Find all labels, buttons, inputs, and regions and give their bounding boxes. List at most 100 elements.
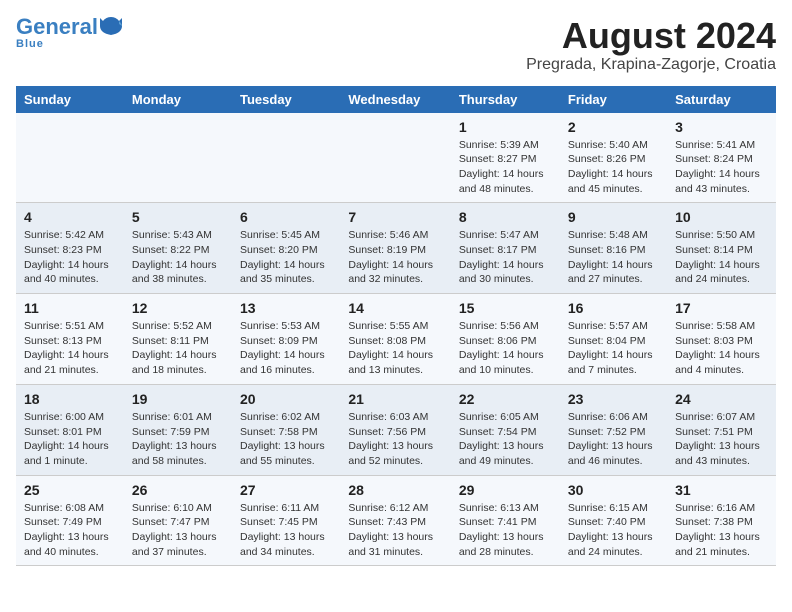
calendar-cell: 14Sunrise: 5:55 AM Sunset: 8:08 PM Dayli…	[340, 294, 450, 385]
day-info: Sunrise: 5:47 AM Sunset: 8:17 PM Dayligh…	[459, 228, 552, 287]
day-number: 20	[240, 391, 332, 407]
calendar-table: SundayMondayTuesdayWednesdayThursdayFrid…	[16, 86, 776, 567]
calendar-cell: 20Sunrise: 6:02 AM Sunset: 7:58 PM Dayli…	[232, 384, 340, 475]
day-info: Sunrise: 6:10 AM Sunset: 7:47 PM Dayligh…	[132, 501, 224, 560]
calendar-week-5: 25Sunrise: 6:08 AM Sunset: 7:49 PM Dayli…	[16, 475, 776, 566]
weekday-header-sunday: Sunday	[16, 86, 124, 113]
calendar-cell: 12 Sunrise: 5:52 AM Sunset: 8:11 PM Dayli…	[124, 294, 232, 385]
page-header: General Blue August 2024 Pregrada, Krapi…	[16, 16, 776, 74]
day-info: Sunrise: 5:45 AM Sunset: 8:20 PM Dayligh…	[240, 228, 332, 287]
weekday-header-row: SundayMondayTuesdayWednesdayThursdayFrid…	[16, 86, 776, 113]
day-number: 9	[568, 209, 659, 225]
calendar-cell: 18Sunrise: 6:00 AM Sunset: 8:01 PM Dayli…	[16, 384, 124, 475]
calendar-cell	[16, 113, 124, 203]
calendar-week-1: 1 Sunrise: 5:39 AM Sunset: 8:27 PM Daylig…	[16, 113, 776, 203]
calendar-cell	[232, 113, 340, 203]
day-info: Sunrise: 5:53 AM Sunset: 8:09 PM Dayligh…	[240, 319, 332, 378]
day-number: 23	[568, 391, 659, 407]
day-info: Sunrise: 5:43 AM Sunset: 8:22 PM Dayligh…	[132, 228, 224, 287]
day-number: 5	[132, 209, 224, 225]
day-number: 14	[348, 300, 442, 316]
calendar-cell: 16Sunrise: 5:57 AM Sunset: 8:04 PM Dayli…	[560, 294, 667, 385]
day-number: 24	[675, 391, 768, 407]
logo-text: General	[16, 16, 98, 38]
day-info: Sunrise: 5:50 AM Sunset: 8:14 PM Dayligh…	[675, 228, 768, 287]
day-number: 17	[675, 300, 768, 316]
day-number: 6	[240, 209, 332, 225]
calendar-week-3: 11 Sunrise: 5:51 AM Sunset: 8:13 PM Dayli…	[16, 294, 776, 385]
day-number: 31	[675, 482, 768, 498]
calendar-cell: 6 Sunrise: 5:45 AM Sunset: 8:20 PM Daylig…	[232, 203, 340, 294]
day-number: 8	[459, 209, 552, 225]
calendar-cell: 26 Sunrise: 6:10 AM Sunset: 7:47 PM Dayli…	[124, 475, 232, 566]
day-info: Sunrise: 5:56 AM Sunset: 8:06 PM Dayligh…	[459, 319, 552, 378]
calendar-week-4: 18Sunrise: 6:00 AM Sunset: 8:01 PM Dayli…	[16, 384, 776, 475]
calendar-cell: 27Sunrise: 6:11 AM Sunset: 7:45 PM Dayli…	[232, 475, 340, 566]
day-number: 21	[348, 391, 442, 407]
calendar-week-2: 4 Sunrise: 5:42 AM Sunset: 8:23 PM Daylig…	[16, 203, 776, 294]
day-number: 11	[24, 300, 116, 316]
day-info: Sunrise: 6:03 AM Sunset: 7:56 PM Dayligh…	[348, 410, 442, 469]
day-info: Sunrise: 6:16 AM Sunset: 7:38 PM Dayligh…	[675, 501, 768, 560]
day-number: 7	[348, 209, 442, 225]
day-number: 15	[459, 300, 552, 316]
calendar-cell: 30 Sunrise: 6:15 AM Sunset: 7:40 PM Dayli…	[560, 475, 667, 566]
day-info: Sunrise: 5:41 AM Sunset: 8:24 PM Dayligh…	[675, 138, 768, 197]
day-info: Sunrise: 6:06 AM Sunset: 7:52 PM Dayligh…	[568, 410, 659, 469]
day-info: Sunrise: 6:13 AM Sunset: 7:41 PM Dayligh…	[459, 501, 552, 560]
day-info: Sunrise: 5:52 AM Sunset: 8:11 PM Dayligh…	[132, 319, 224, 378]
logo: General Blue	[16, 16, 122, 50]
day-number: 30	[568, 482, 659, 498]
calendar-cell: 4 Sunrise: 5:42 AM Sunset: 8:23 PM Daylig…	[16, 203, 124, 294]
calendar-cell: 3Sunrise: 5:41 AM Sunset: 8:24 PM Daylig…	[667, 113, 776, 203]
calendar-cell: 15 Sunrise: 5:56 AM Sunset: 8:06 PM Dayli…	[451, 294, 560, 385]
day-number: 26	[132, 482, 224, 498]
day-info: Sunrise: 6:15 AM Sunset: 7:40 PM Dayligh…	[568, 501, 659, 560]
day-info: Sunrise: 5:40 AM Sunset: 8:26 PM Dayligh…	[568, 138, 659, 197]
calendar-cell: 31 Sunrise: 6:16 AM Sunset: 7:38 PM Dayli…	[667, 475, 776, 566]
day-info: Sunrise: 5:51 AM Sunset: 8:13 PM Dayligh…	[24, 319, 116, 378]
calendar-cell: 22Sunrise: 6:05 AM Sunset: 7:54 PM Dayli…	[451, 384, 560, 475]
calendar-cell: 2 Sunrise: 5:40 AM Sunset: 8:26 PM Daylig…	[560, 113, 667, 203]
calendar-cell: 5 Sunrise: 5:43 AM Sunset: 8:22 PM Daylig…	[124, 203, 232, 294]
calendar-cell	[124, 113, 232, 203]
title-block: August 2024 Pregrada, Krapina-Zagorje, C…	[526, 16, 776, 74]
day-info: Sunrise: 6:01 AM Sunset: 7:59 PM Dayligh…	[132, 410, 224, 469]
day-number: 29	[459, 482, 552, 498]
weekday-header-monday: Monday	[124, 86, 232, 113]
day-number: 27	[240, 482, 332, 498]
day-info: Sunrise: 5:39 AM Sunset: 8:27 PM Dayligh…	[459, 138, 552, 197]
calendar-cell: 28 Sunrise: 6:12 AM Sunset: 7:43 PM Dayli…	[340, 475, 450, 566]
day-number: 2	[568, 119, 659, 135]
weekday-header-friday: Friday	[560, 86, 667, 113]
day-info: Sunrise: 5:58 AM Sunset: 8:03 PM Dayligh…	[675, 319, 768, 378]
day-info: Sunrise: 6:00 AM Sunset: 8:01 PM Dayligh…	[24, 410, 116, 469]
calendar-cell: 21 Sunrise: 6:03 AM Sunset: 7:56 PM Dayli…	[340, 384, 450, 475]
calendar-cell: 17 Sunrise: 5:58 AM Sunset: 8:03 PM Dayli…	[667, 294, 776, 385]
calendar-cell: 7Sunrise: 5:46 AM Sunset: 8:19 PM Daylig…	[340, 203, 450, 294]
day-number: 1	[459, 119, 552, 135]
day-number: 10	[675, 209, 768, 225]
day-number: 28	[348, 482, 442, 498]
calendar-cell: 13 Sunrise: 5:53 AM Sunset: 8:09 PM Dayli…	[232, 294, 340, 385]
calendar-cell: 8 Sunrise: 5:47 AM Sunset: 8:17 PM Daylig…	[451, 203, 560, 294]
day-info: Sunrise: 6:08 AM Sunset: 7:49 PM Dayligh…	[24, 501, 116, 560]
day-number: 12	[132, 300, 224, 316]
day-number: 4	[24, 209, 116, 225]
day-info: Sunrise: 6:12 AM Sunset: 7:43 PM Dayligh…	[348, 501, 442, 560]
day-info: Sunrise: 6:05 AM Sunset: 7:54 PM Dayligh…	[459, 410, 552, 469]
calendar-cell: 9 Sunrise: 5:48 AM Sunset: 8:16 PM Daylig…	[560, 203, 667, 294]
weekday-header-wednesday: Wednesday	[340, 86, 450, 113]
month-title: August 2024	[526, 16, 776, 56]
day-info: Sunrise: 5:42 AM Sunset: 8:23 PM Dayligh…	[24, 228, 116, 287]
logo-general: General	[16, 14, 98, 39]
day-info: Sunrise: 5:48 AM Sunset: 8:16 PM Dayligh…	[568, 228, 659, 287]
calendar-cell: 29 Sunrise: 6:13 AM Sunset: 7:41 PM Dayli…	[451, 475, 560, 566]
day-number: 13	[240, 300, 332, 316]
calendar-cell: 19Sunrise: 6:01 AM Sunset: 7:59 PM Dayli…	[124, 384, 232, 475]
logo-blue: Blue	[16, 38, 44, 50]
weekday-header-tuesday: Tuesday	[232, 86, 340, 113]
calendar-cell: 1 Sunrise: 5:39 AM Sunset: 8:27 PM Daylig…	[451, 113, 560, 203]
calendar-cell: 11 Sunrise: 5:51 AM Sunset: 8:13 PM Dayli…	[16, 294, 124, 385]
weekday-header-thursday: Thursday	[451, 86, 560, 113]
